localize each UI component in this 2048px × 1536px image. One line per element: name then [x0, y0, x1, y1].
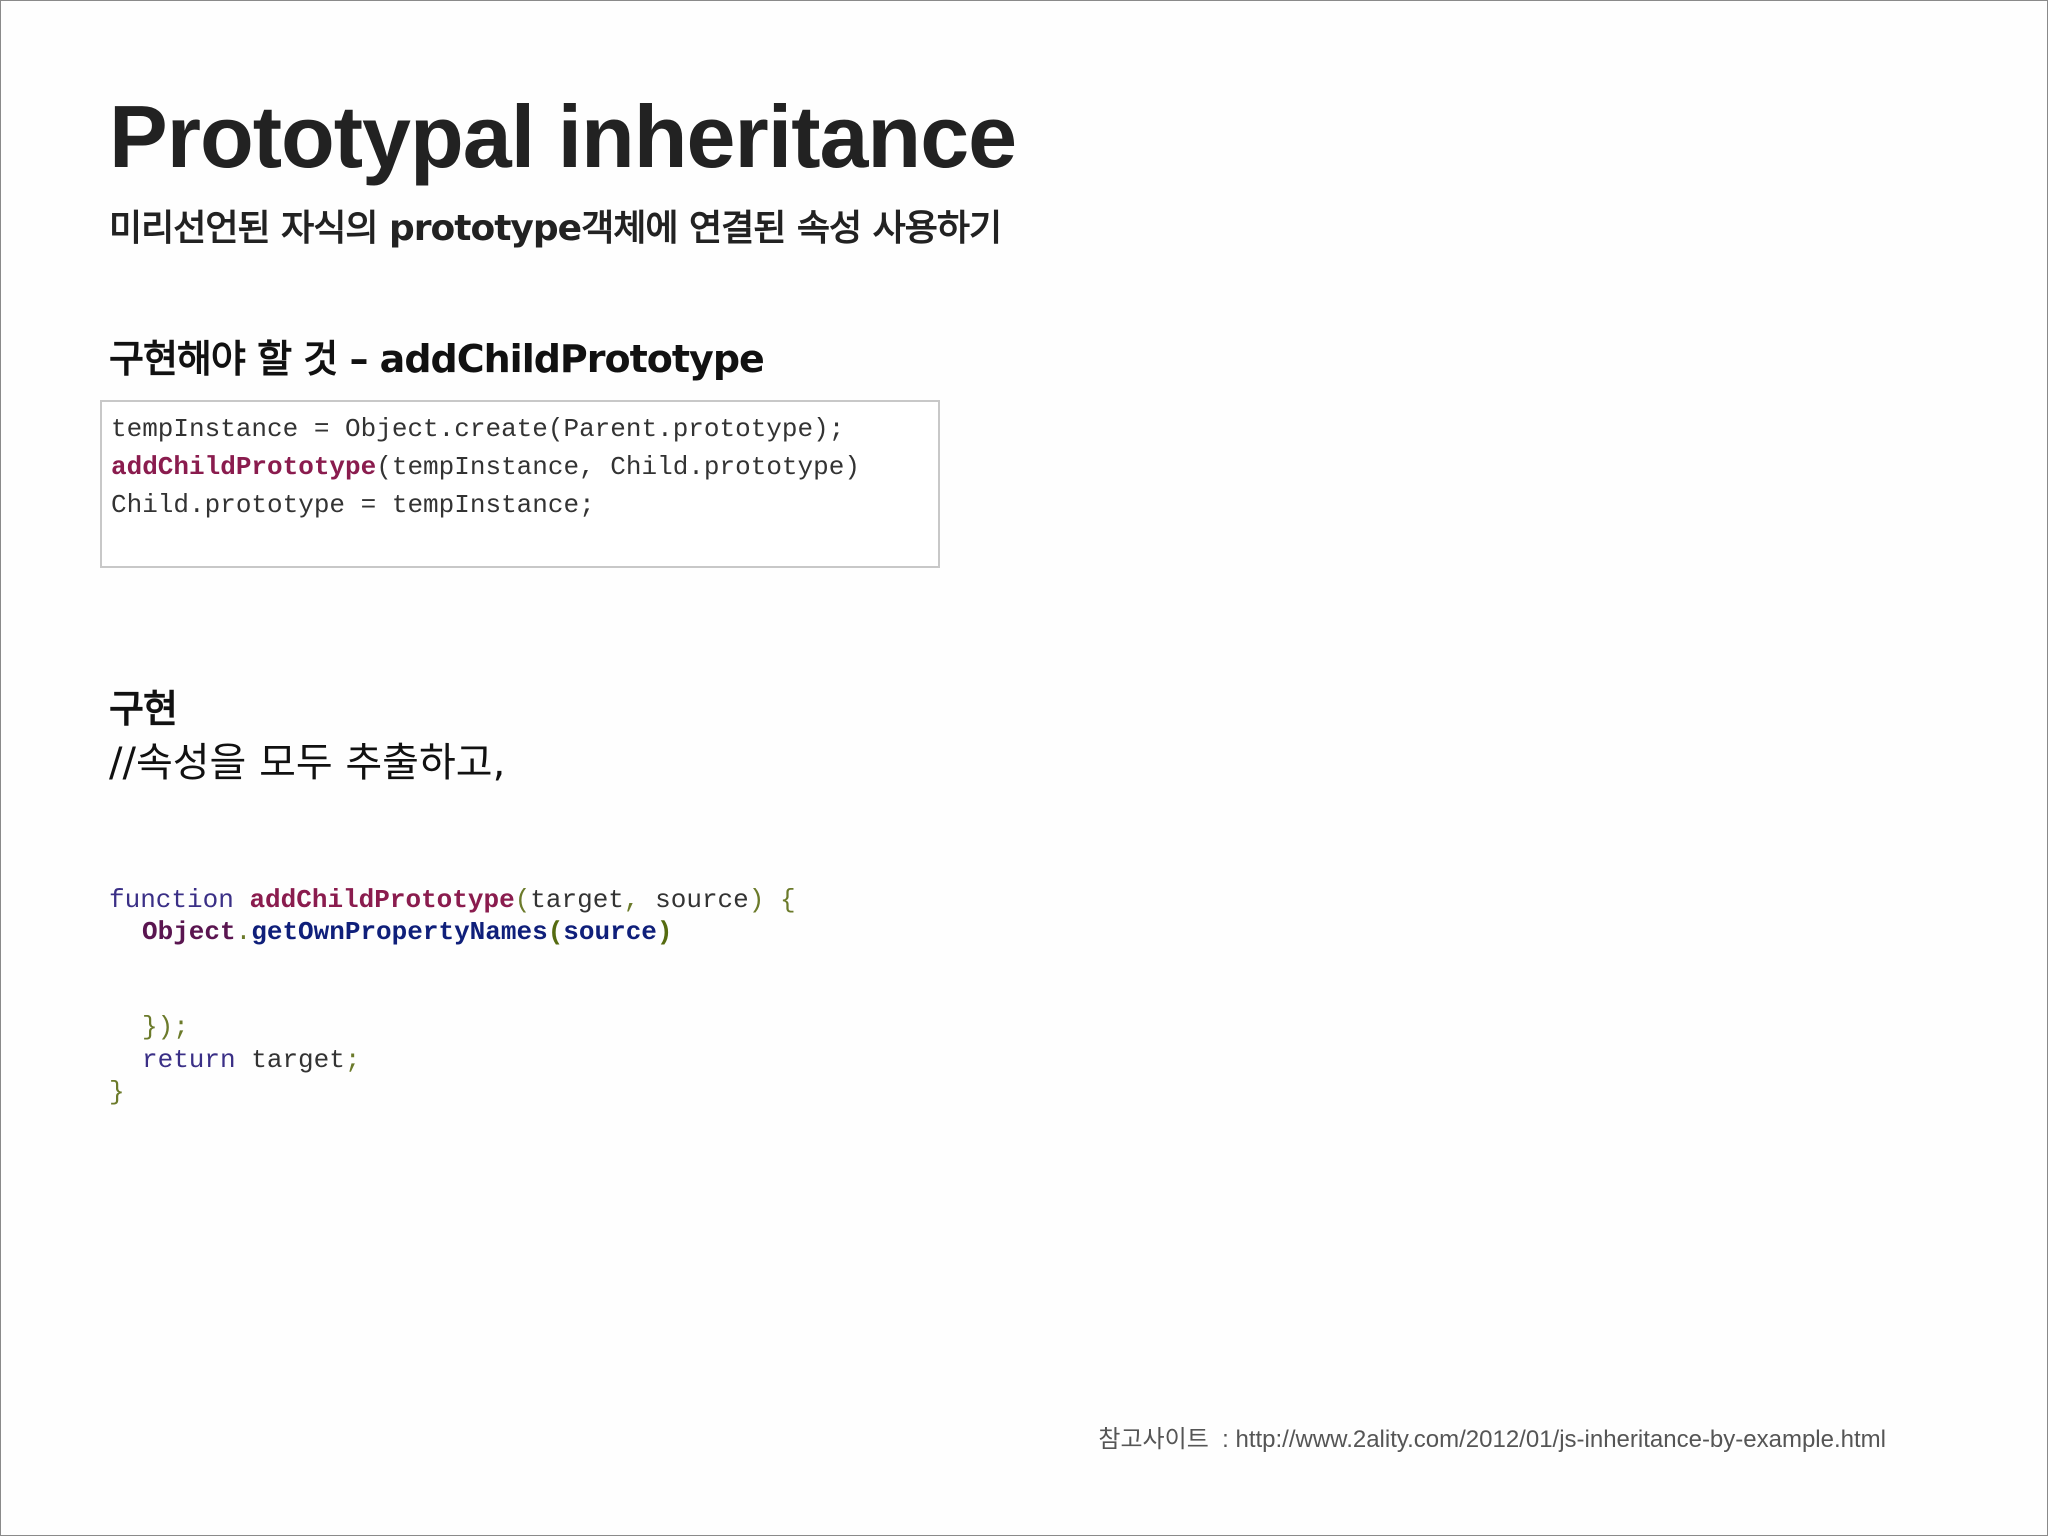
code-function-name: addChildPrototype	[249, 885, 515, 915]
code-arg: source	[563, 917, 657, 947]
code-punctuation: .	[235, 917, 252, 947]
code-line: });	[142, 1012, 189, 1042]
code-punctuation: ;	[344, 1045, 361, 1075]
code-line: }	[109, 1077, 125, 1107]
code-line: tempInstance = Object.create(Parent.prot…	[111, 414, 845, 444]
code-line: Object.getOwnPropertyNames(source)	[142, 919, 673, 945]
todo-code-box: tempInstance = Object.create(Parent.prot…	[100, 400, 940, 568]
code-line: addChildPrototype(tempInstance, Child.pr…	[111, 454, 860, 480]
code-text: (tempInstance, Child.prototype)	[376, 452, 860, 482]
code-arg: target	[530, 885, 624, 915]
code-punctuation: )	[656, 917, 673, 947]
code-line: return target;	[142, 1047, 360, 1073]
reference-label: 참고사이트	[1098, 1426, 1209, 1453]
code-arg: source	[655, 885, 749, 915]
reference-url: http://www.2ality.com/2012/01/js-inherit…	[1235, 1426, 1886, 1453]
code-line: function addChildPrototype(target, sourc…	[109, 887, 796, 913]
code-keyword: return	[142, 1045, 236, 1075]
code-line: Child.prototype = tempInstance;	[111, 490, 595, 520]
code-value: target	[251, 1045, 345, 1075]
page-subtitle: 미리선언된 자식의 prototype객체에 연결된 속성 사용하기	[109, 208, 1002, 249]
code-punctuation: (	[514, 885, 531, 915]
todo-heading: 구현해야 할 것 – addChildPrototype	[109, 337, 765, 381]
slide: Prototypal inheritance 미리선언된 자식의 prototy…	[0, 0, 2048, 1536]
impl-heading: 구현	[109, 687, 178, 731]
code-function-name: addChildPrototype	[111, 452, 377, 482]
code-punctuation: ,	[623, 885, 640, 915]
reference-separator: :	[1222, 1426, 1229, 1453]
code-keyword: function	[109, 885, 234, 915]
code-punctuation: ) {	[748, 885, 796, 915]
reference-footer: 참고사이트 : http://www.2ality.com/2012/01/js…	[1098, 1419, 1886, 1454]
code-object: Object	[142, 917, 236, 947]
code-punctuation: (	[547, 917, 564, 947]
impl-comment: //속성을 모두 추출하고,	[109, 740, 506, 786]
page-title: Prototypal inheritance	[109, 87, 1017, 186]
code-method: getOwnPropertyNames	[251, 917, 548, 947]
